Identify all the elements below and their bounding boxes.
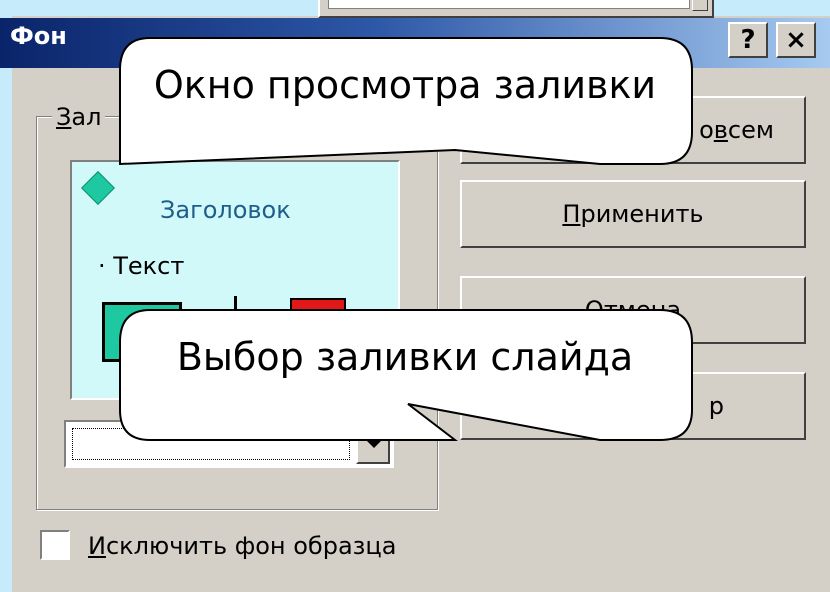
callout-preview-text: Окно просмотра заливки	[153, 63, 657, 107]
callout-fill-text: Выбор заливки слайда	[176, 335, 634, 379]
